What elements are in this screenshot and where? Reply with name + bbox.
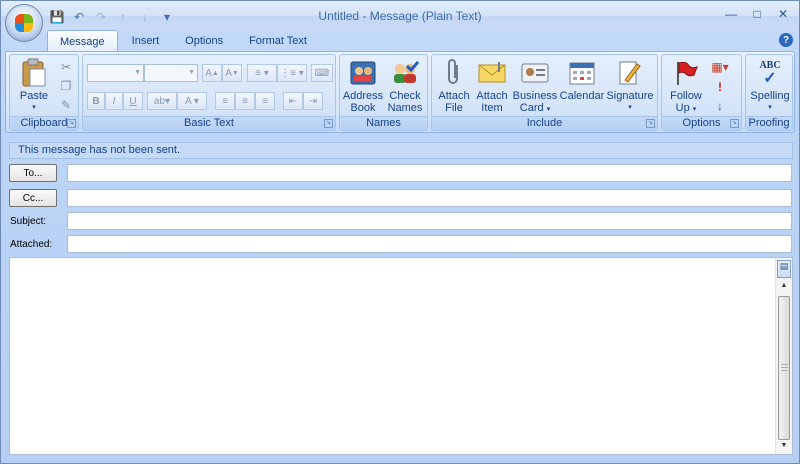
categorize-icon[interactable]: ▦▾ bbox=[711, 59, 728, 75]
address-book-icon bbox=[347, 58, 379, 88]
check-names-icon bbox=[389, 58, 421, 88]
options-launcher-icon[interactable]: ↘ bbox=[730, 119, 739, 128]
group-options: Follow Up ▾ ▦▾ ! ↓ Options ↘ bbox=[661, 54, 742, 131]
office-logo-icon bbox=[15, 14, 33, 32]
window-controls: — □ ✕ bbox=[719, 5, 795, 23]
attach-item-button[interactable]: Attach Item bbox=[472, 58, 512, 118]
attach-file-button[interactable]: Attach File bbox=[434, 58, 474, 118]
group-clipboard: Paste ▾ ✂ ❐ ✎ Clipboard ↘ bbox=[9, 54, 79, 131]
clipboard-launcher-icon[interactable]: ↘ bbox=[67, 119, 76, 128]
group-include: Attach File Attach Item Business Card ▾ bbox=[431, 54, 658, 131]
signature-icon bbox=[614, 58, 646, 88]
flag-icon bbox=[670, 58, 702, 88]
numbering-icon[interactable]: ⋮≡ ▾ bbox=[277, 64, 307, 82]
clear-formatting-icon[interactable]: ⌨ bbox=[311, 64, 333, 82]
address-book-button[interactable]: Address Book bbox=[342, 58, 384, 118]
scroll-down-icon[interactable]: ▼ bbox=[778, 442, 790, 452]
paste-icon bbox=[18, 58, 50, 88]
grow-font-icon[interactable]: A ▲ bbox=[202, 64, 222, 82]
subject-field[interactable] bbox=[67, 212, 792, 230]
italic-icon[interactable]: I bbox=[105, 92, 123, 110]
business-card-button[interactable]: Business Card ▾ bbox=[511, 58, 559, 118]
envelope-icon bbox=[476, 58, 508, 88]
next-item-icon[interactable]: ↓ bbox=[135, 8, 155, 26]
info-bar: This message has not been sent. bbox=[9, 142, 793, 159]
office-button[interactable] bbox=[5, 4, 43, 42]
title-bar: Untitled - Message (Plain Text) 💾 ↶ ↷ ↑ … bbox=[1, 1, 799, 31]
shrink-font-icon[interactable]: A ▼ bbox=[222, 64, 242, 82]
align-center-icon[interactable]: ≡ bbox=[235, 92, 255, 110]
check-names-button[interactable]: Check Names bbox=[384, 58, 426, 118]
bullets-icon[interactable]: ≡ ▾ bbox=[247, 64, 277, 82]
ribbon: Paste ▾ ✂ ❐ ✎ Clipboard ↘ ▼ ▼ A ▲ A ▼ ≡ ▾ … bbox=[5, 51, 795, 133]
basic-text-launcher-icon[interactable]: ↘ bbox=[324, 119, 333, 128]
to-button[interactable]: To... bbox=[9, 164, 57, 182]
decrease-indent-icon[interactable]: ⇤ bbox=[283, 92, 303, 110]
vertical-scrollbar[interactable]: ▤ ▲ — — — ▼ bbox=[775, 258, 792, 454]
redo-icon[interactable]: ↷ bbox=[91, 8, 111, 26]
subject-label: Subject: bbox=[10, 216, 47, 227]
font-color-icon[interactable]: A ▾ bbox=[177, 92, 207, 110]
names-group-label: Names bbox=[340, 116, 427, 130]
tab-insert[interactable]: Insert bbox=[120, 30, 172, 52]
tab-options[interactable]: Options bbox=[173, 30, 235, 52]
scroll-thumb[interactable]: — — — bbox=[778, 296, 790, 440]
business-card-icon bbox=[519, 58, 551, 88]
high-importance-icon[interactable]: ! bbox=[712, 79, 728, 95]
highlight-icon[interactable]: ab▾ bbox=[147, 92, 177, 110]
font-name-combo[interactable]: ▼ bbox=[87, 64, 144, 82]
paperclip-icon bbox=[438, 58, 470, 88]
copy-icon[interactable]: ❐ bbox=[58, 78, 74, 94]
customize-qat-icon[interactable]: ▾ bbox=[157, 8, 177, 26]
bold-icon[interactable]: B bbox=[87, 92, 105, 110]
to-field[interactable] bbox=[67, 164, 792, 182]
tab-message[interactable]: Message bbox=[47, 30, 118, 52]
spelling-button[interactable]: ABC ✓ Spelling ▾ bbox=[747, 58, 793, 118]
ruler-toggle-icon[interactable]: ▤ bbox=[777, 260, 791, 278]
previous-item-icon[interactable]: ↑ bbox=[113, 8, 133, 26]
close-icon[interactable]: ✕ bbox=[771, 5, 795, 23]
underline-icon[interactable]: U bbox=[123, 92, 143, 110]
maximize-icon[interactable]: □ bbox=[745, 5, 769, 23]
paste-button[interactable]: Paste ▾ bbox=[14, 58, 54, 118]
increase-indent-icon[interactable]: ⇥ bbox=[303, 92, 323, 110]
undo-icon[interactable]: ↶ bbox=[69, 8, 89, 26]
format-painter-icon[interactable]: ✎ bbox=[58, 97, 74, 113]
group-proofing: ABC ✓ Spelling ▾ Proofing bbox=[745, 54, 793, 131]
group-basic-text: ▼ ▼ A ▲ A ▼ ≡ ▾ ⋮≡ ▾ ⌨ B I U ab▾ A ▾ ≡ ≡ ≡… bbox=[82, 54, 336, 131]
tab-format-text[interactable]: Format Text bbox=[237, 30, 319, 52]
cc-field[interactable] bbox=[67, 189, 792, 207]
proofing-group-label: Proofing bbox=[746, 116, 792, 130]
ribbon-tabs: Message Insert Options Format Text bbox=[47, 30, 319, 52]
scroll-up-icon[interactable]: ▲ bbox=[778, 282, 790, 292]
font-size-combo[interactable]: ▼ bbox=[144, 64, 198, 82]
attached-field[interactable] bbox=[67, 235, 792, 253]
include-group-label: Include bbox=[432, 116, 657, 130]
include-launcher-icon[interactable]: ↘ bbox=[646, 119, 655, 128]
low-importance-icon[interactable]: ↓ bbox=[712, 98, 728, 114]
minimize-icon[interactable]: — bbox=[719, 5, 743, 23]
save-icon[interactable]: 💾 bbox=[47, 8, 67, 26]
cut-icon[interactable]: ✂ bbox=[58, 59, 74, 75]
align-right-icon[interactable]: ≡ bbox=[255, 92, 275, 110]
group-names: Address Book Check Names Names bbox=[339, 54, 428, 131]
help-icon[interactable]: ? bbox=[779, 33, 793, 47]
outlook-message-window: Untitled - Message (Plain Text) 💾 ↶ ↷ ↑ … bbox=[0, 0, 800, 464]
cc-button[interactable]: Cc... bbox=[9, 189, 57, 207]
spelling-icon: ABC ✓ bbox=[759, 60, 781, 87]
align-left-icon[interactable]: ≡ bbox=[215, 92, 235, 110]
calendar-icon bbox=[566, 58, 598, 88]
quick-access-toolbar: 💾 ↶ ↷ ↑ ↓ ▾ bbox=[47, 8, 177, 26]
calendar-button[interactable]: Calendar bbox=[558, 58, 606, 118]
attached-label: Attached: bbox=[10, 239, 53, 250]
message-body[interactable]: ▤ ▲ — — — ▼ bbox=[9, 257, 793, 455]
basic-text-group-label: Basic Text bbox=[83, 116, 335, 130]
follow-up-button[interactable]: Follow Up ▾ bbox=[664, 58, 708, 118]
signature-button[interactable]: Signature ▾ bbox=[605, 58, 655, 118]
